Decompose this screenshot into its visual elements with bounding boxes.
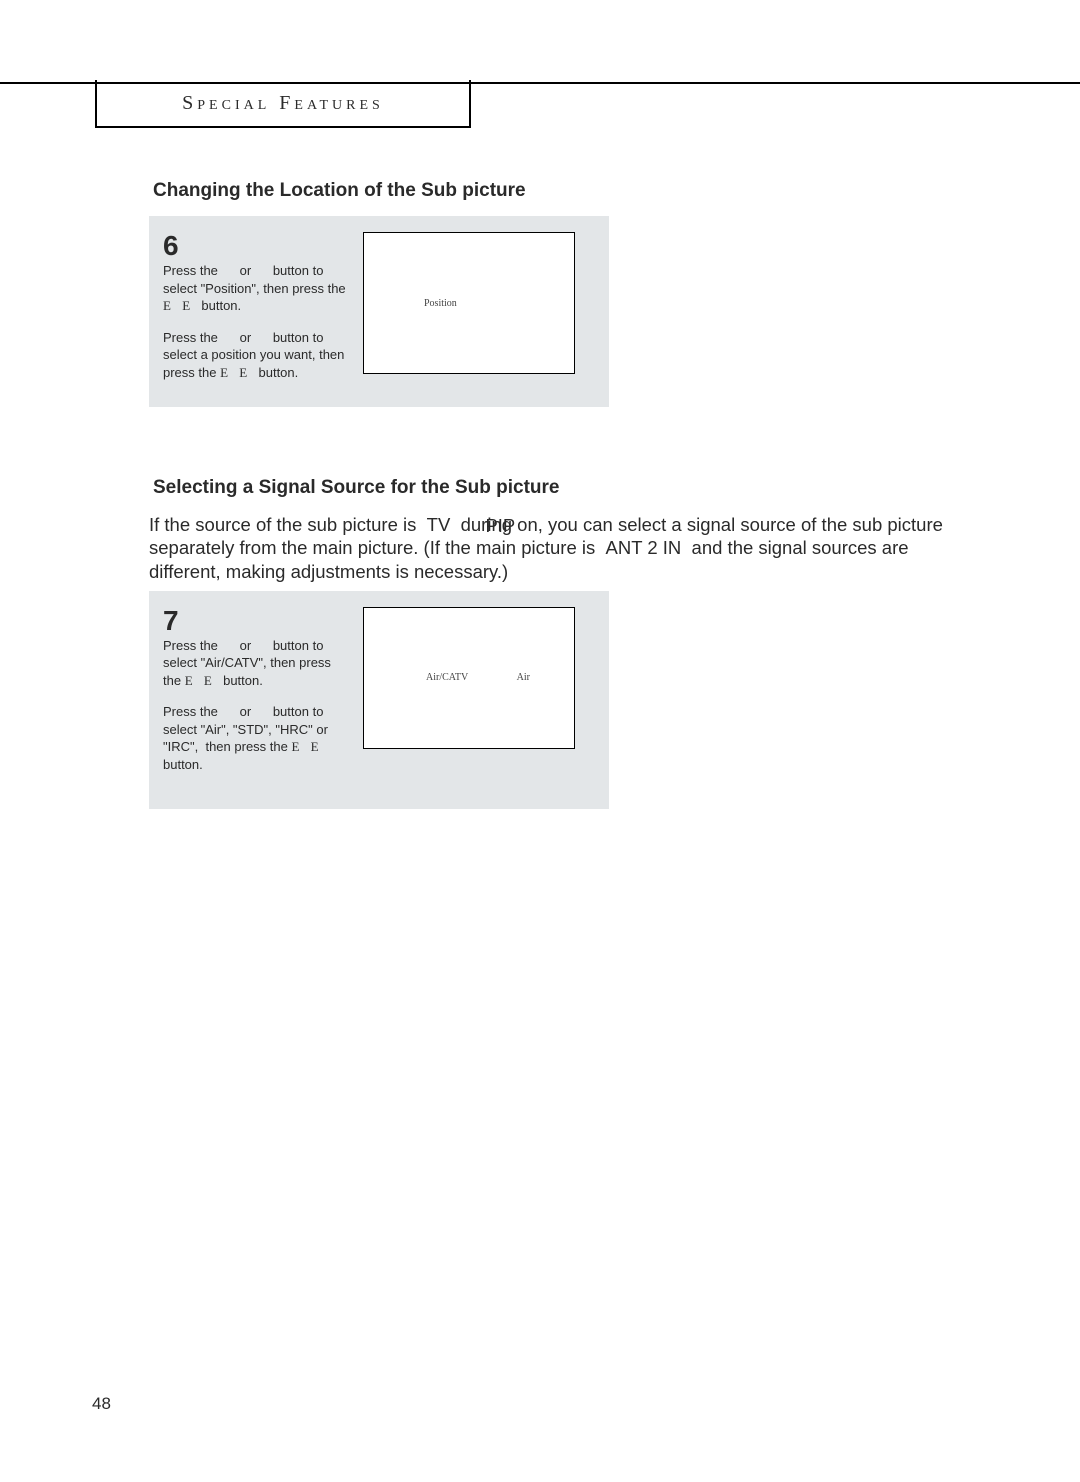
text-or: or	[240, 263, 252, 278]
top-rule	[0, 82, 1080, 84]
enter-glyph: E E	[163, 298, 201, 313]
overprint-pip: ngPIP	[491, 514, 512, 535]
osd-aircatv-value: Air	[517, 672, 530, 683]
step6-paragraph-2: Press the or button to select a position…	[163, 329, 349, 382]
osd-screen-aircatv: Air/CATV Air	[363, 607, 575, 749]
text-button: button.	[201, 298, 241, 313]
step-number-7: 7	[163, 607, 349, 635]
section2-title: Selecting a Signal Source for the Sub pi…	[153, 477, 990, 499]
osd-screen-position: Position	[363, 232, 575, 374]
enter-glyph: E E	[185, 673, 223, 688]
header-box: Special Features	[95, 80, 471, 128]
enter-glyph: E E	[291, 739, 322, 754]
over-pip: PIP	[485, 514, 515, 537]
section2-body: If the source of the sub picture is TV d…	[149, 513, 979, 582]
text-button: button.	[163, 757, 203, 772]
text-then-press: then press the	[205, 739, 287, 754]
text-or: or	[240, 704, 252, 719]
section1-title: Changing the Location of the Sub picture	[153, 180, 990, 202]
enter-glyph: E E	[220, 365, 258, 380]
step6-paragraph-1: Press the or button to select "Position"…	[163, 262, 349, 315]
text-press: Press the	[163, 263, 218, 278]
step7-paragraph-2: Press the or button to select "Air", "ST…	[163, 703, 349, 773]
text-button: button.	[223, 673, 263, 688]
body-tv: TV	[427, 514, 451, 535]
panel-step-7: 7 Press the or button to select "Air/CAT…	[149, 591, 609, 810]
text-press: Press the	[163, 330, 218, 345]
text-or: or	[240, 638, 252, 653]
osd-position-label: Position	[364, 298, 457, 309]
body-ant: ANT 2 IN	[606, 537, 682, 558]
header-title: Special Features	[182, 92, 384, 115]
body-text: If the source of the sub picture is	[149, 514, 416, 535]
text-press: Press the	[163, 638, 218, 653]
panel-step-6: 6 Press the or button to select "Positio…	[149, 216, 609, 407]
page-number: 48	[92, 1394, 111, 1414]
osd-aircatv-label: Air/CATV	[426, 672, 468, 683]
step7-paragraph-1: Press the or button to select "Air/CATV"…	[163, 637, 349, 690]
manual-page: Special Features Changing the Location o…	[0, 0, 1080, 1482]
text-press: Press the	[163, 704, 218, 719]
text-or: or	[240, 330, 252, 345]
text-button: button.	[259, 365, 299, 380]
step-number-6: 6	[163, 232, 349, 260]
